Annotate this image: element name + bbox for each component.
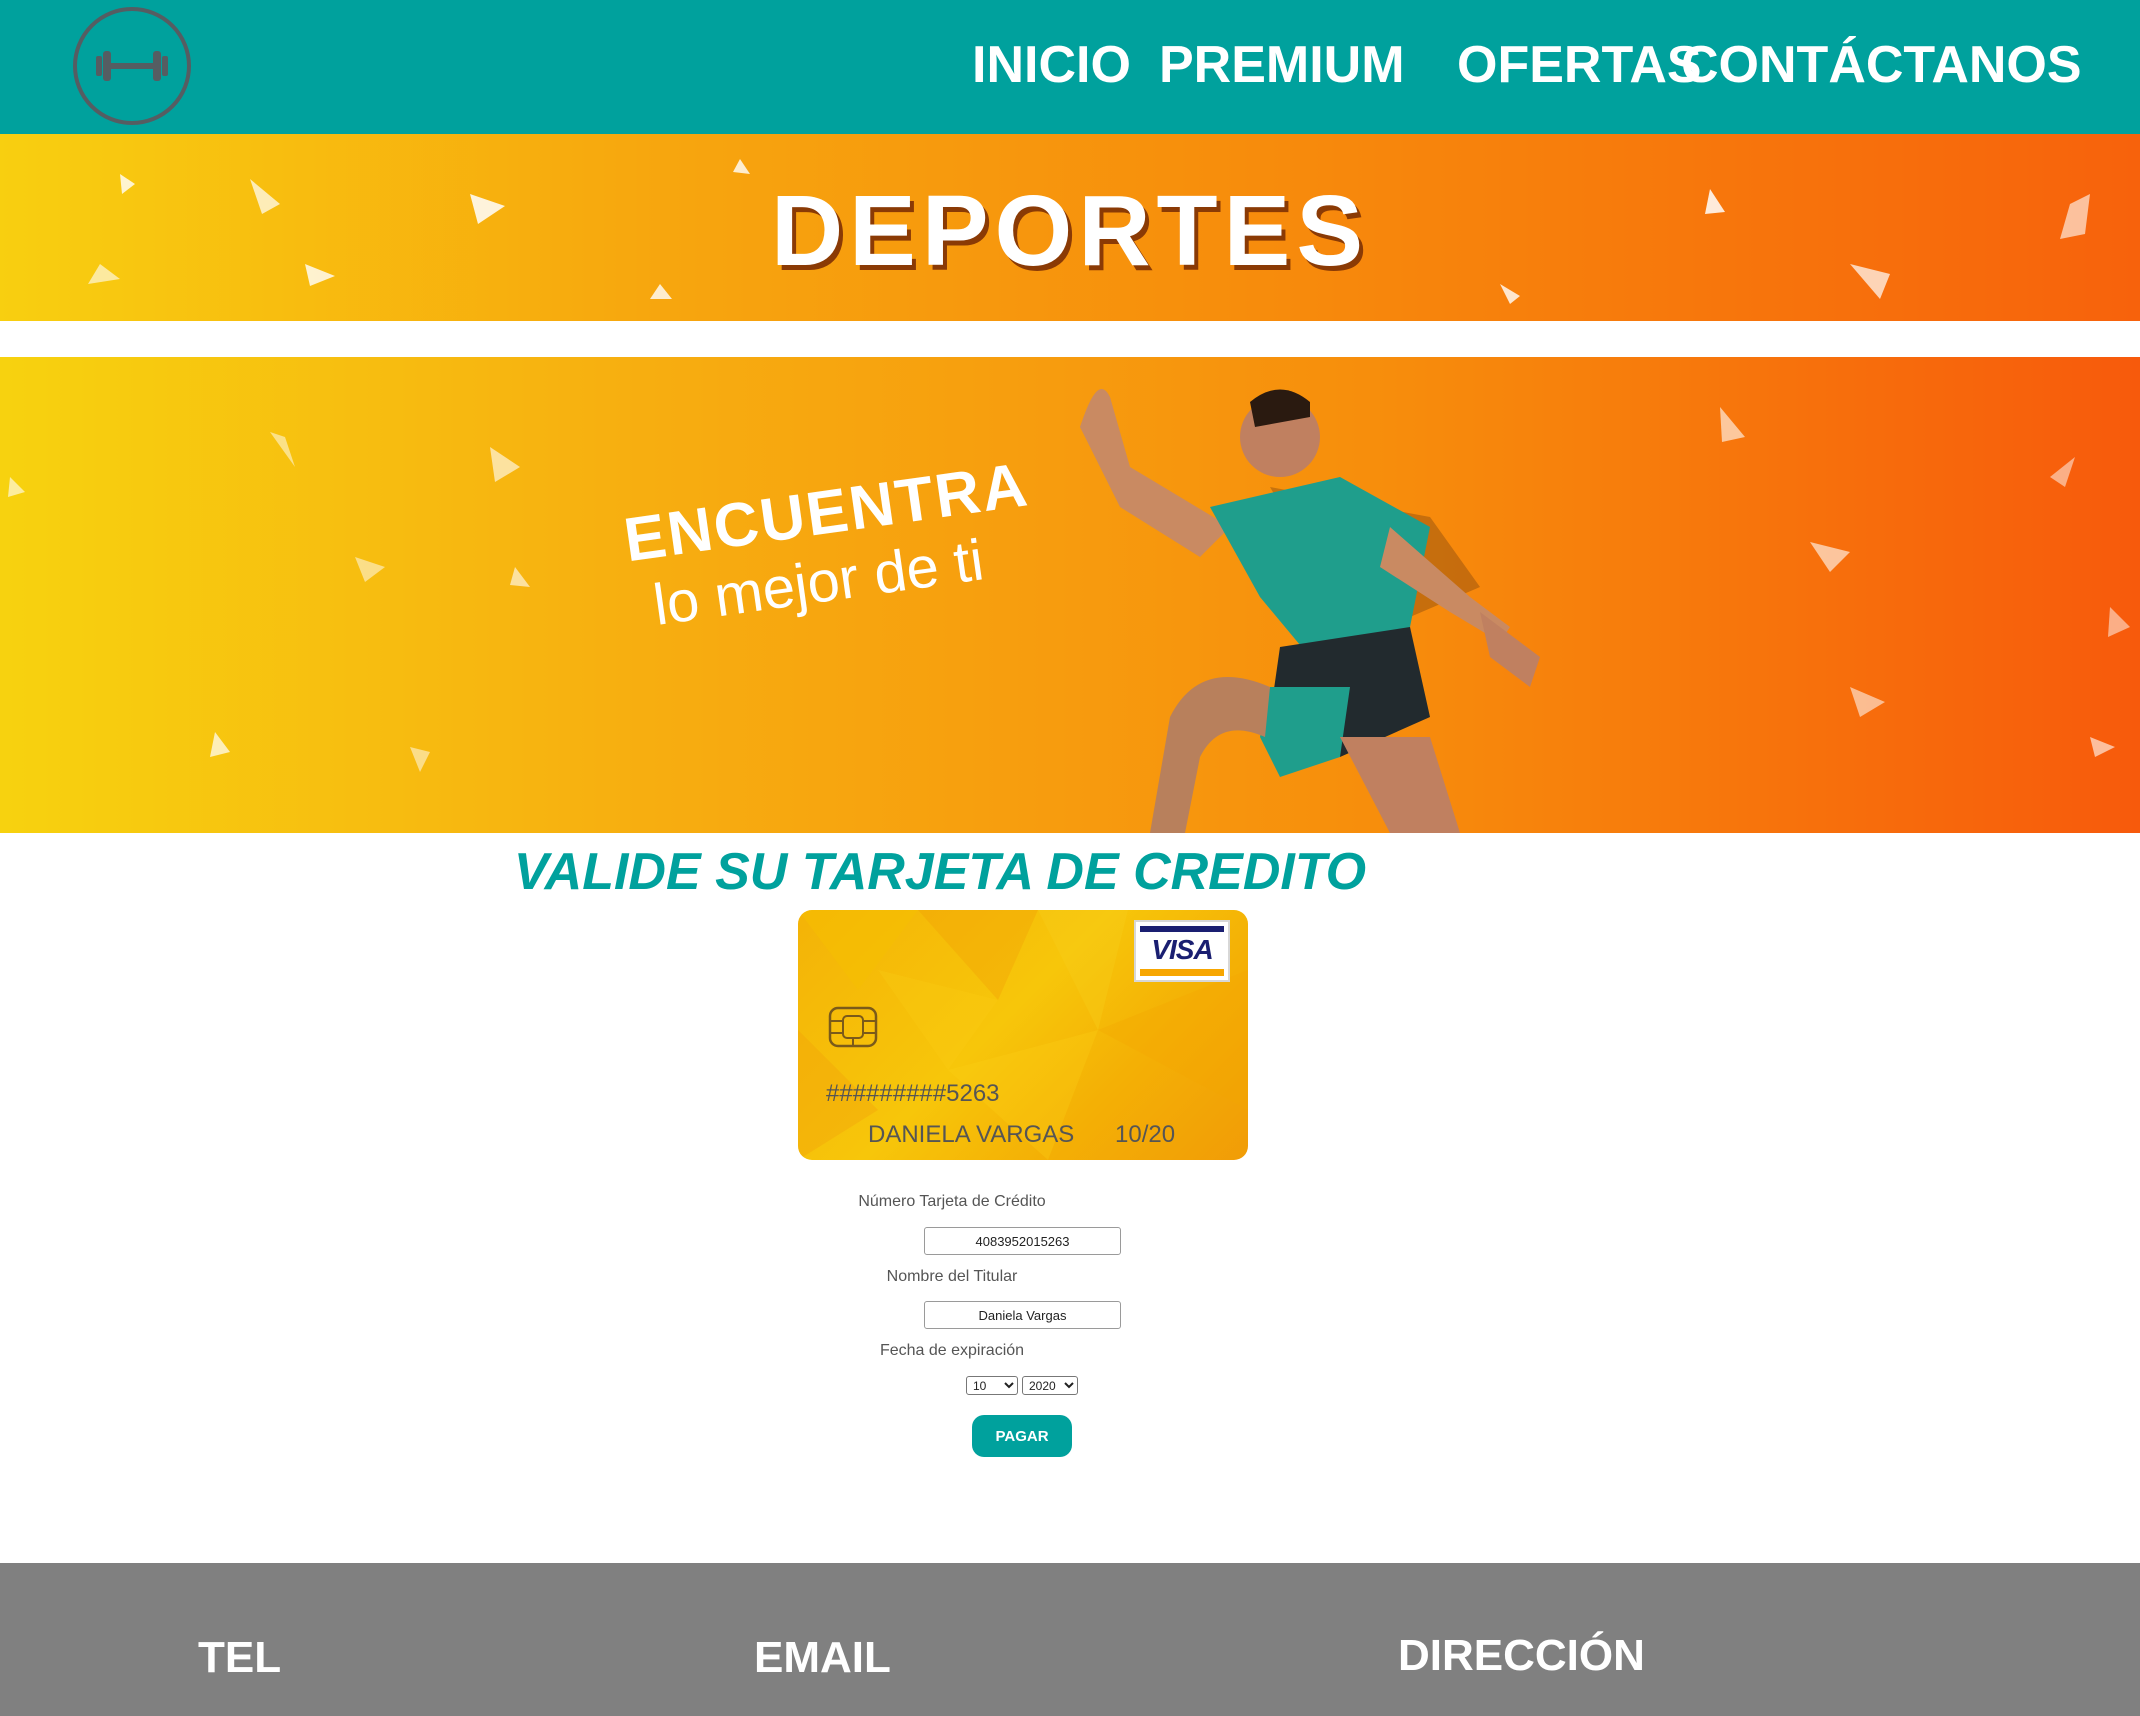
footer: TEL EMAIL DIRECCIÓN [0,1563,2140,1716]
card-expiry: 10/20 [1115,1121,1176,1148]
menu-item-ofertas[interactable]: OFERTAS [1457,30,1702,100]
footer-tel[interactable]: TEL [198,1633,281,1683]
top-navbar: INICIO PREMIUM OFERTAS CONTÁCTANOS [0,0,2140,134]
dumbbell-icon[interactable] [73,7,191,125]
credit-card-preview: VISA #########5263 DANIELA VARGAS 10/20 [798,910,1248,1160]
card-masked-number: #########5263 [826,1080,1000,1107]
deportes-banner: DEPORTES [0,134,2140,321]
footer-email[interactable]: EMAIL [754,1633,891,1683]
holder-name-label: Nombre del Titular [886,1268,1018,1285]
visa-brand: VISA [1151,934,1213,965]
visa-logo: VISA [1134,920,1230,982]
banner-title: DEPORTES [770,175,1370,287]
hero-banner: ENCUENTRA lo mejor de ti [0,357,2140,833]
card-number-input[interactable] [924,1227,1121,1255]
footer-address[interactable]: DIRECCIÓN [1398,1631,1645,1681]
expiry-year-select[interactable]: 2020 [1022,1376,1078,1395]
expiry-month-select[interactable]: 10 [966,1376,1018,1395]
card-holder-name: DANIELA VARGAS [868,1121,1075,1148]
card-chip-icon [828,1006,878,1048]
menu-item-inicio[interactable]: INICIO [972,30,1131,100]
pay-button[interactable]: PAGAR [972,1415,1072,1457]
page-title: VALIDE SU TARJETA DE CREDITO [513,843,1367,901]
holder-name-input[interactable] [924,1301,1121,1329]
card-number-label: Número Tarjeta de Crédito [858,1193,1046,1210]
menu-item-premium[interactable]: PREMIUM [1159,30,1405,100]
expiry-label: Fecha de expiración [879,1342,1025,1359]
menu-item-contactanos[interactable]: CONTÁCTANOS [1681,30,2082,100]
runner-image [1080,388,1540,833]
